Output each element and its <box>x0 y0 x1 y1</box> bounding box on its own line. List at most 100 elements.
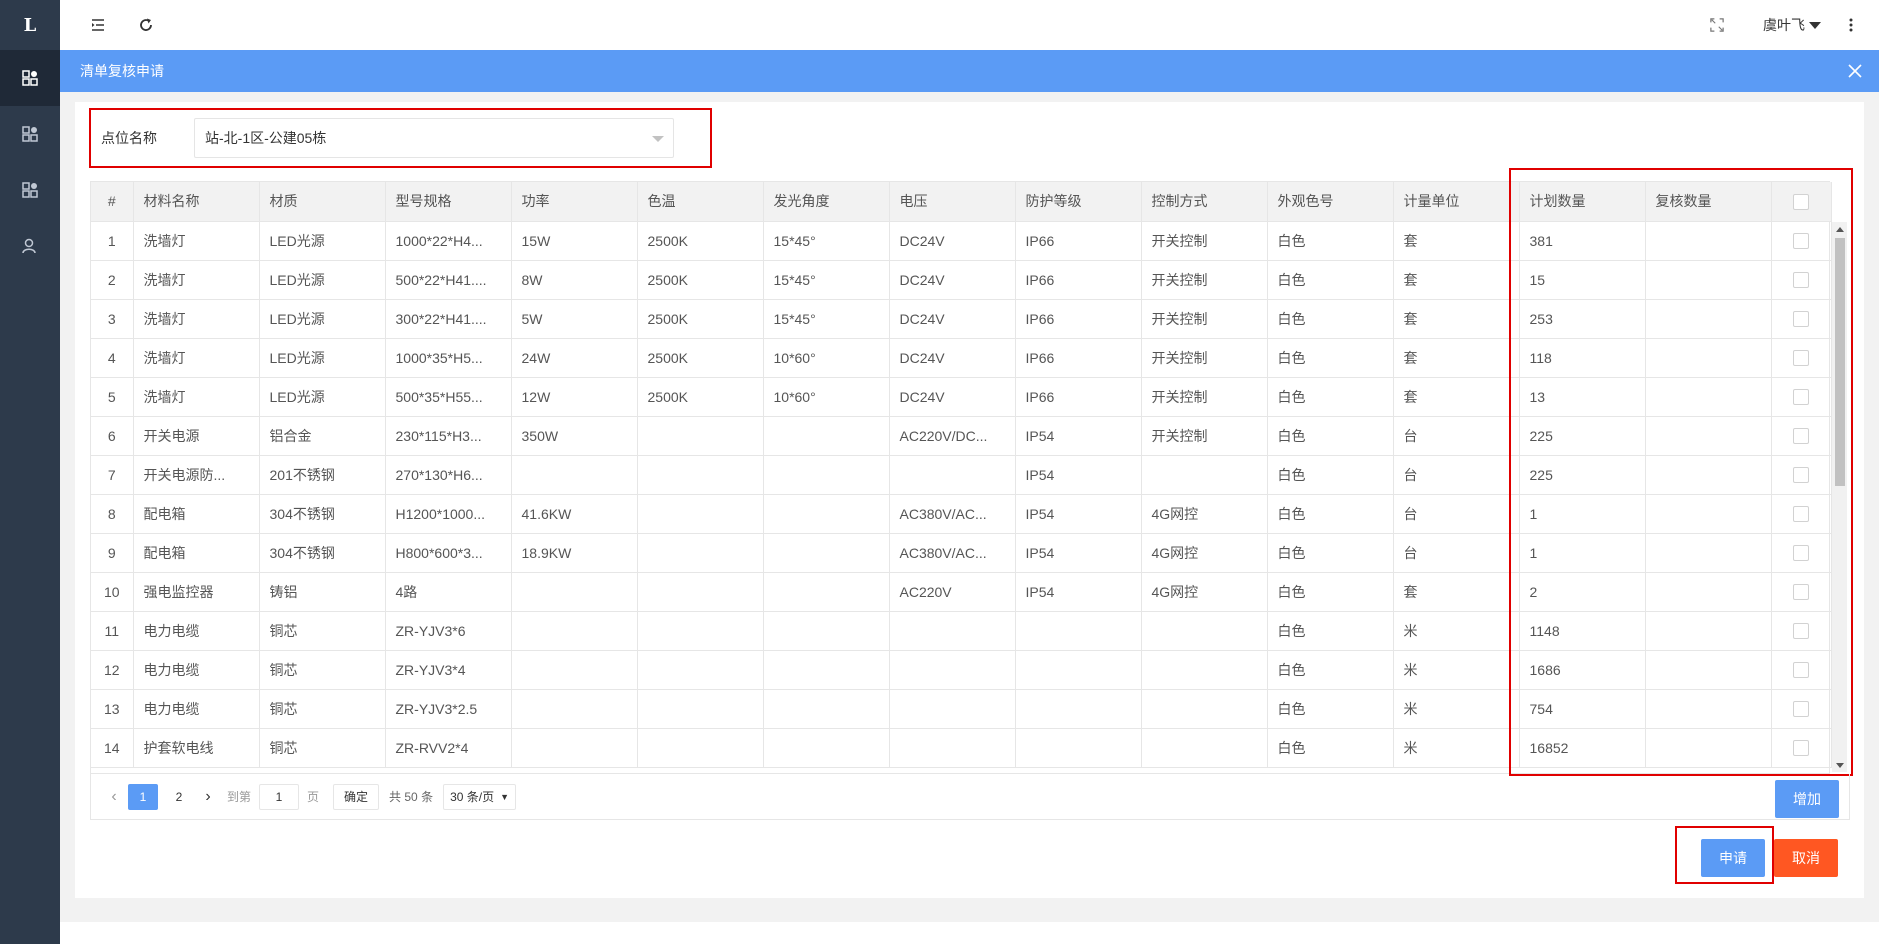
row-checkbox[interactable] <box>1771 299 1832 339</box>
table-row[interactable]: 2 洗墙灯 LED光源 500*22*H41.... 8W 2500K 15*45° DC24… <box>91 260 1832 300</box>
review-quantity-cell[interactable] <box>1645 572 1772 612</box>
table-cell: 护套软电线 <box>133 728 260 768</box>
table-row[interactable]: 6 开关电源 铝合金 230*115*H3... 350W AC220V/DC... IP5… <box>91 416 1832 456</box>
table-cell: 12W <box>511 377 638 417</box>
review-quantity-cell[interactable] <box>1645 533 1772 573</box>
table-cell: AC220V <box>889 572 1016 612</box>
review-quantity-cell[interactable] <box>1645 494 1772 534</box>
table-cell <box>889 455 1016 495</box>
checkbox-icon <box>1793 584 1809 601</box>
row-checkbox[interactable] <box>1771 494 1832 534</box>
pagination: ‹ 1 2 › 到第 1 页 确定 共 50 条 30 条/页 ▼ <box>103 783 517 810</box>
table-cell: 白色 <box>1267 260 1394 300</box>
table-cell: 118 <box>1519 338 1646 378</box>
select-all-checkbox[interactable] <box>1771 182 1832 222</box>
table-row[interactable]: 8 配电箱 304不锈钢 H1200*1000... 41.6KW AC380V/AC..… <box>91 494 1832 534</box>
menu-fold-icon[interactable] <box>88 15 108 35</box>
column-header: 发光角度 <box>763 182 890 222</box>
table-cell <box>511 650 638 690</box>
table-cell: 8W <box>511 260 638 300</box>
table-row[interactable]: 7 开关电源防... 201不锈钢 270*130*H6... IP54 白色台 225 <box>91 455 1832 495</box>
row-checkbox[interactable] <box>1771 689 1832 729</box>
refresh-icon[interactable] <box>136 15 156 35</box>
table-cell: 15 <box>1519 260 1646 300</box>
table-cell: 304不锈钢 <box>259 494 386 534</box>
review-quantity-cell[interactable] <box>1645 221 1772 261</box>
review-quantity-cell[interactable] <box>1645 611 1772 651</box>
fullscreen-icon[interactable] <box>1707 15 1727 35</box>
table-cell <box>511 611 638 651</box>
review-quantity-cell[interactable] <box>1645 650 1772 690</box>
sidebar-item-3[interactable] <box>0 162 60 218</box>
prev-page-icon[interactable]: ‹ <box>103 788 125 806</box>
review-quantity-cell[interactable] <box>1645 299 1772 339</box>
table-row[interactable]: 1 洗墙灯 LED光源 1000*22*H4... 15W 2500K 15*45° DC24… <box>91 221 1832 261</box>
sidebar-item-4[interactable] <box>0 218 60 274</box>
table-row[interactable]: 9 配电箱 304不锈钢 H800*600*3... 18.9KW AC380V/AC..… <box>91 533 1832 573</box>
sidebar-item-1[interactable] <box>0 50 60 106</box>
user-menu[interactable]: 虞叶飞 <box>1763 15 1821 35</box>
table-row[interactable]: 11 电力电缆 铜芯 ZR-YJV3*6 白色米 1148 <box>91 611 1832 651</box>
page-size-value: 30 条/页 <box>450 790 495 804</box>
table-row[interactable]: 12 电力电缆 铜芯 ZR-YJV3*4 白色米 1686 <box>91 650 1832 690</box>
review-quantity-cell[interactable] <box>1645 416 1772 456</box>
table-row[interactable]: 10 强电监控器 铸铝 4路 AC220V IP54 4G网控 白色套 2 <box>91 572 1832 612</box>
submit-button[interactable]: 申请 <box>1701 839 1765 877</box>
table-cell: 1000*22*H4... <box>385 221 512 261</box>
review-quantity-cell[interactable] <box>1645 455 1772 495</box>
page-button-1[interactable]: 1 <box>128 783 158 810</box>
table-cell: LED光源 <box>259 377 386 417</box>
table-row[interactable]: 14 护套软电线 铜芯 ZR-RVV2*4 白色米 16852 <box>91 728 1832 768</box>
close-icon[interactable] <box>1847 63 1863 79</box>
scroll-down-icon[interactable] <box>1836 763 1844 768</box>
table-cell: 开关电源防... <box>133 455 260 495</box>
row-checkbox[interactable] <box>1771 572 1832 612</box>
location-select[interactable]: 站-北-1区-公建05栋 <box>194 118 674 158</box>
page-button-2[interactable]: 2 <box>164 784 194 810</box>
sidebar-item-2[interactable] <box>0 106 60 162</box>
review-quantity-cell[interactable] <box>1645 260 1772 300</box>
table-cell <box>511 455 638 495</box>
table-cell: 开关控制 <box>1141 416 1268 456</box>
row-checkbox[interactable] <box>1771 416 1832 456</box>
row-checkbox[interactable] <box>1771 260 1832 300</box>
table-cell: 15*45° <box>763 260 890 300</box>
table-cell: 12 <box>91 650 134 690</box>
review-quantity-cell[interactable] <box>1645 689 1772 729</box>
table-cell: IP54 <box>1015 455 1142 495</box>
row-checkbox[interactable] <box>1771 455 1832 495</box>
table-row[interactable]: 4 洗墙灯 LED光源 1000*35*H5... 24W 2500K 10*60° DC24… <box>91 338 1832 378</box>
scrollbar-thumb[interactable] <box>1835 238 1845 486</box>
table-cell: 白色 <box>1267 416 1394 456</box>
goto-confirm-button[interactable]: 确定 <box>333 783 380 810</box>
row-checkbox[interactable] <box>1771 611 1832 651</box>
row-checkbox[interactable] <box>1771 377 1832 417</box>
row-checkbox[interactable] <box>1771 650 1832 690</box>
table-cell: 225 <box>1519 455 1646 495</box>
table-row[interactable]: 13 电力电缆 铜芯 ZR-YJV3*2.5 白色米 754 <box>91 689 1832 729</box>
row-checkbox[interactable] <box>1771 728 1832 768</box>
scroll-up-icon[interactable] <box>1836 227 1844 232</box>
table-cell: AC380V/AC... <box>889 533 1016 573</box>
row-checkbox[interactable] <box>1771 533 1832 573</box>
row-checkbox[interactable] <box>1771 221 1832 261</box>
user-icon <box>22 238 36 254</box>
cancel-button[interactable]: 取消 <box>1774 839 1838 877</box>
page-size-select[interactable]: 30 条/页 ▼ <box>443 783 517 810</box>
table-cell <box>763 689 890 729</box>
table-row[interactable]: 3 洗墙灯 LED光源 300*22*H41.... 5W 2500K 15*45° DC24… <box>91 299 1832 339</box>
next-page-icon[interactable]: › <box>197 788 219 806</box>
dashboard-icon <box>22 126 38 142</box>
review-quantity-cell[interactable] <box>1645 377 1772 417</box>
table-row[interactable]: 5 洗墙灯 LED光源 500*35*H55... 12W 2500K 10*60° DC24… <box>91 377 1832 417</box>
table-scrollbar[interactable] <box>1832 222 1847 772</box>
more-vertical-icon[interactable] <box>1841 15 1861 35</box>
review-quantity-cell[interactable] <box>1645 728 1772 768</box>
goto-page-input[interactable]: 1 <box>259 783 300 810</box>
add-button[interactable]: 增加 <box>1775 780 1839 818</box>
table-cell: 白色 <box>1267 650 1394 690</box>
table-cell: 配电箱 <box>133 494 260 534</box>
table-cell: LED光源 <box>259 299 386 339</box>
row-checkbox[interactable] <box>1771 338 1832 378</box>
review-quantity-cell[interactable] <box>1645 338 1772 378</box>
